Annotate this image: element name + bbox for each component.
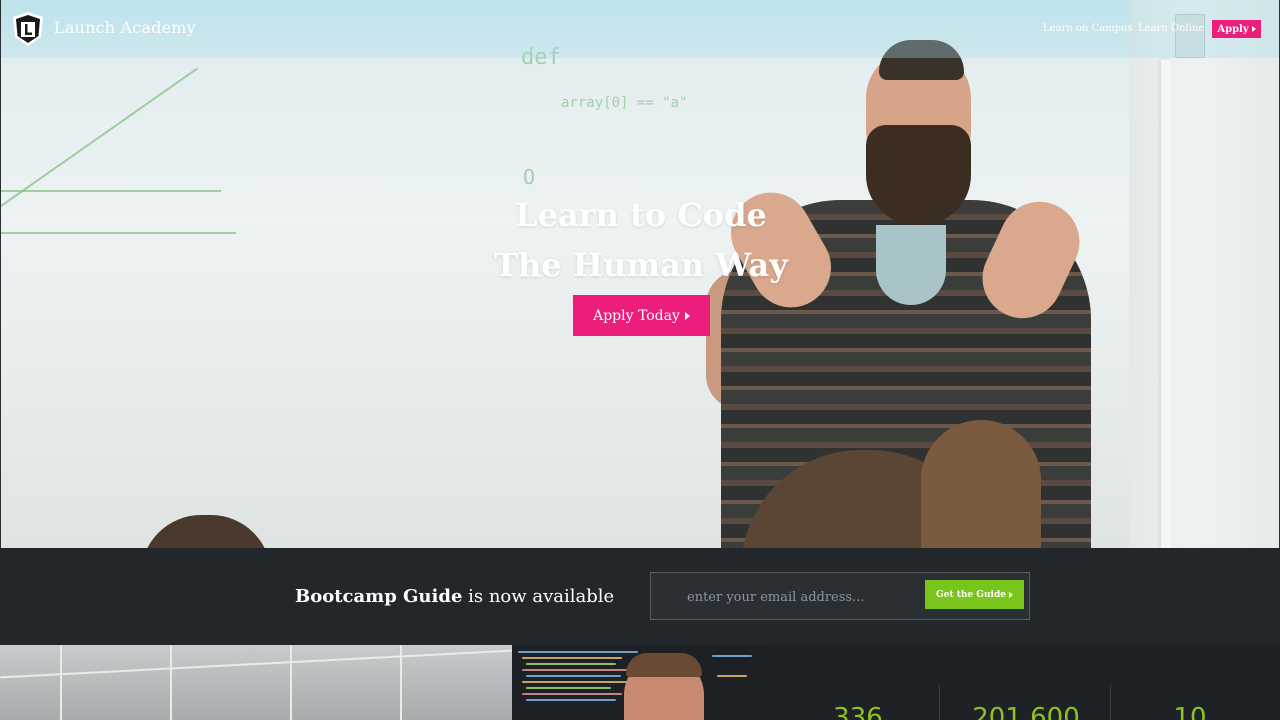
apply-today-label: Apply Today (593, 307, 680, 324)
bootcamp-guide-bar: Bootcamp Guide is now available Get the … (0, 548, 1280, 645)
guide-signup-form: Get the Guide (650, 572, 1030, 620)
instructor-hair (626, 653, 702, 677)
stat-divider (1110, 685, 1111, 720)
student-head (921, 420, 1041, 548)
whiteboard-scribble: O (523, 165, 536, 189)
hero-title-line1: Learn to Code (515, 196, 767, 234)
get-the-guide-button[interactable]: Get the Guide (925, 580, 1024, 609)
stats-panel: 336 201,600 10 (768, 645, 1280, 720)
code-screen-photo (512, 645, 768, 720)
stat-divider (939, 685, 940, 720)
guide-heading-rest: is now available (462, 586, 615, 607)
whiteboard-marker-line (1, 67, 199, 207)
nav-apply-button[interactable]: Apply (1212, 20, 1261, 38)
top-navbar: Launch Academy Learn on Campus Learn Onl… (1, 0, 1279, 58)
student-head (141, 515, 271, 548)
guide-heading-bold: Bootcamp Guide (295, 586, 463, 607)
stat-value: 201,600 (972, 703, 1080, 720)
brand-name[interactable]: Launch Academy (54, 18, 196, 37)
hero-title-line2: The Human Way (494, 246, 788, 284)
whiteboard-scribble: array[0] == "a" (561, 95, 688, 111)
stat-value: 10 (1173, 703, 1207, 720)
stat-value: 336 (833, 703, 883, 720)
caret-right-icon (684, 311, 690, 320)
nav-apply-label: Apply (1217, 23, 1249, 35)
email-input[interactable] (687, 587, 917, 607)
hero-section: def array[0] == "a" O Launch Academy Lea… (0, 0, 1280, 548)
caret-right-icon (1008, 591, 1013, 598)
guide-heading: Bootcamp Guide is now available (295, 586, 614, 607)
nav-link-learn-on-campus[interactable]: Learn on Campus (1043, 23, 1133, 34)
door-frame (1161, 60, 1171, 548)
apply-today-button[interactable]: Apply Today (573, 295, 710, 336)
get-the-guide-label: Get the Guide (936, 589, 1006, 600)
shield-logo-icon[interactable] (10, 11, 46, 47)
caret-right-icon (1251, 26, 1256, 32)
nav-link-learn-online[interactable]: Learn Online (1138, 23, 1204, 34)
whiteboard-marker-line (1, 190, 221, 192)
bottom-preview-strip: 336 201,600 10 (0, 645, 1280, 720)
classroom-photo (0, 645, 512, 720)
